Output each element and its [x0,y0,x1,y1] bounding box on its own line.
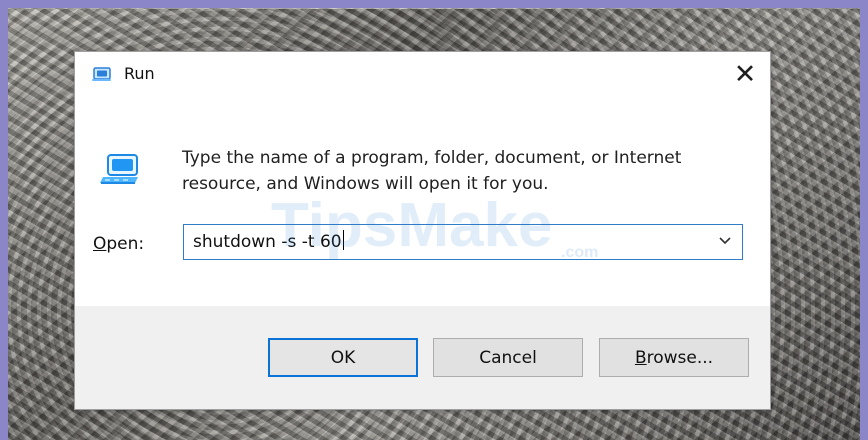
close-button[interactable]: ✕ [725,56,765,92]
browse-button[interactable]: Browse... [599,338,749,377]
browse-label: rowse... [646,347,714,368]
cancel-button[interactable]: Cancel [433,338,583,377]
open-label: Open: [93,234,144,254]
open-input-value: shutdown -s -t 60 [193,232,342,252]
dialog-content: Type the name of a program, folder, docu… [75,98,770,306]
window-title: Run [124,64,155,83]
ok-button[interactable]: OK [268,338,418,377]
description-line: Type the name of a program, folder, docu… [182,148,682,168]
open-input[interactable]: shutdown -s -t 60 [193,230,693,254]
open-combobox[interactable]: shutdown -s -t 60 [183,224,743,260]
description-line: resource, and Windows will open it for y… [182,174,549,194]
run-icon [92,67,111,81]
button-bar: OK Cancel Browse... [75,306,770,409]
open-label-mnemonic: O [93,234,107,254]
close-icon: ✕ [733,58,757,90]
run-dialog: Run ✕ Type the name of a program, folder… [74,51,771,410]
dialog-description: Type the name of a program, folder, docu… [182,145,752,197]
chevron-down-icon[interactable] [716,231,734,249]
run-large-icon [100,154,138,184]
text-caret [342,230,344,250]
title-bar: Run ✕ [75,52,770,98]
open-label-text: pen: [106,234,145,254]
browse-mnemonic: B [634,347,647,368]
